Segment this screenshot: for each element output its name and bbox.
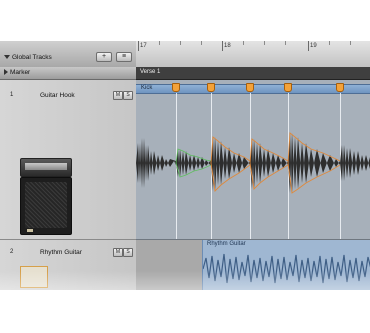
solo-button[interactable]: S: [123, 248, 133, 257]
global-tracks-config-button[interactable]: ≡: [116, 52, 132, 62]
track-lane-rhythm-guitar[interactable]: Rhythm Guitar: [136, 240, 370, 290]
waveform-segment: [340, 145, 370, 181]
amp-head: [20, 158, 72, 177]
marker-label: Marker: [10, 69, 31, 76]
solo-button[interactable]: S: [123, 91, 133, 100]
track-lane-guitar-hook[interactable]: Kick: [136, 80, 370, 240]
audio-waveform: [203, 253, 370, 284]
marker-toggle[interactable]: Marker: [4, 69, 30, 76]
ruler-subtick: [159, 41, 160, 45]
waveform-segment: [250, 139, 288, 189]
ruler-subtick: [264, 41, 265, 45]
ruler-subtick: [350, 41, 351, 45]
ruler-subtick: [285, 41, 286, 45]
marker-track-header[interactable]: Marker: [0, 67, 136, 80]
global-tracks-toggle[interactable]: Global Tracks: [4, 54, 52, 61]
ruler-subtick: [180, 41, 181, 45]
ruler-tick: [222, 41, 223, 51]
ruler-bar-number: 18: [224, 43, 231, 49]
region-name: Rhythm Guitar: [207, 241, 246, 247]
track-header-rhythm-guitar[interactable]: 2 Rhythm Guitar M S: [0, 240, 136, 290]
guitar-amp-icon: [20, 266, 48, 288]
flex-marker[interactable]: [172, 83, 180, 92]
amp-grill: [25, 182, 67, 228]
track-header-guitar-hook[interactable]: 1 Guitar Hook M S: [0, 80, 136, 240]
track-name[interactable]: Rhythm Guitar: [40, 249, 82, 256]
disclosure-triangle-icon: [4, 55, 10, 60]
amp-cabinet: [20, 177, 72, 235]
waveform-segment: [211, 137, 250, 191]
waveform-segment: [176, 149, 211, 177]
add-track-button[interactable]: +: [96, 52, 112, 62]
audio-waveform: [136, 132, 370, 194]
ruler-subtick: [201, 41, 202, 45]
flex-marker[interactable]: [246, 83, 254, 92]
flex-marker[interactable]: [336, 83, 344, 92]
waveform-trace: [203, 253, 370, 284]
global-tracks-header[interactable]: Global Tracks + ≡: [0, 41, 136, 68]
marker-lane[interactable]: Verse 1: [136, 67, 370, 80]
ruler-subtick: [243, 41, 244, 45]
region-name: Kick: [141, 85, 153, 91]
global-tracks-label: Global Tracks: [12, 54, 52, 61]
ruler-subtick: [329, 41, 330, 45]
track-number: 2: [10, 249, 14, 255]
ruler-bar-number: 17: [140, 43, 147, 49]
flex-marker[interactable]: [284, 83, 292, 92]
flex-marker[interactable]: [207, 83, 215, 92]
audio-region[interactable]: Rhythm Guitar: [202, 240, 370, 290]
mute-button[interactable]: M: [113, 91, 123, 100]
marker-verse[interactable]: Verse 1: [140, 69, 160, 75]
arrange-window: Global Tracks + ≡ 17 18 19 Marker Verse …: [0, 41, 370, 290]
track-number: 1: [10, 92, 14, 98]
amp-logo: [27, 229, 33, 232]
disclosure-triangle-icon: [4, 69, 8, 76]
ruler-tick: [138, 41, 139, 51]
amp-control-panel: [25, 163, 67, 170]
waveform-segment: [136, 138, 176, 188]
ruler-tick: [308, 41, 309, 51]
mute-button[interactable]: M: [113, 248, 123, 257]
bar-ruler[interactable]: 17 18 19: [136, 41, 370, 68]
waveform-segment: [288, 133, 340, 193]
guitar-amp-icon: [20, 158, 72, 236]
ruler-bar-number: 19: [310, 43, 317, 49]
track-name[interactable]: Guitar Hook: [40, 92, 75, 99]
